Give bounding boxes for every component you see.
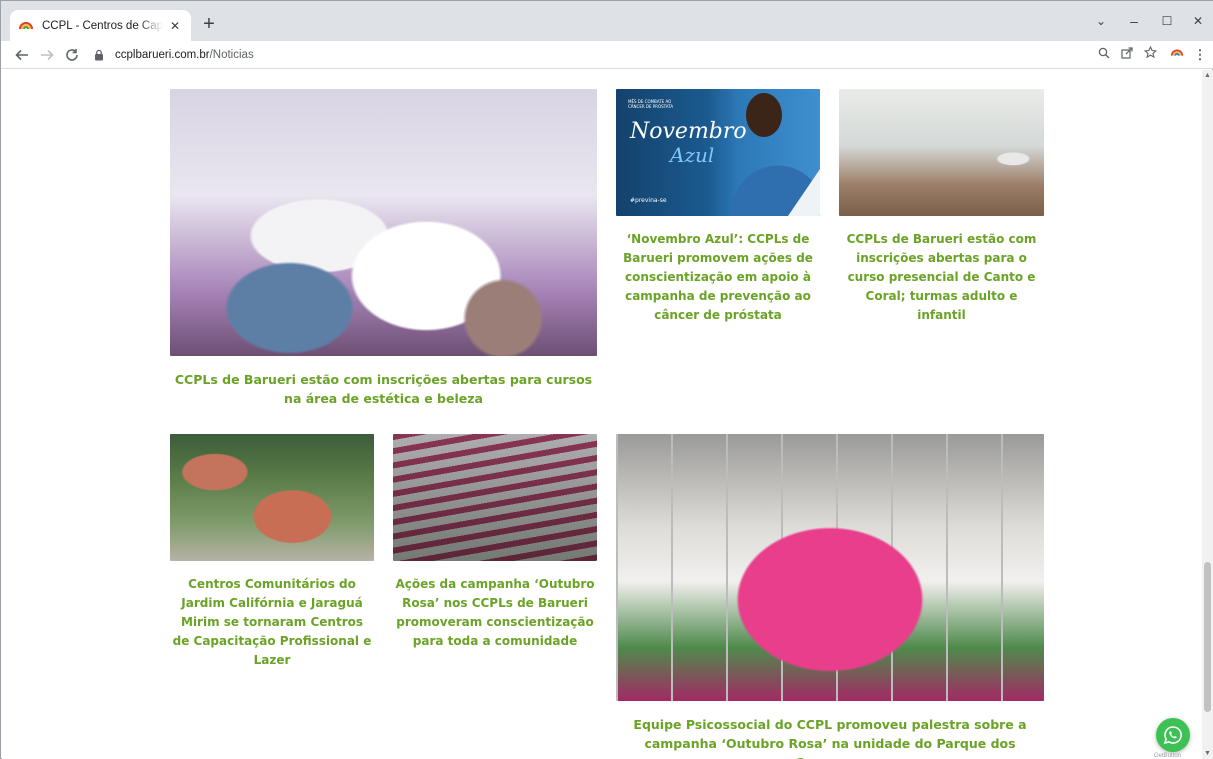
news-card[interactable]: Centros Comunitários do Jardim Califórni… bbox=[170, 434, 374, 670]
lock-icon bbox=[95, 49, 103, 61]
maximize-button[interactable]: ☐ bbox=[1150, 7, 1184, 35]
news-caption[interactable]: CCPLs de Barueri estão com inscrições ab… bbox=[170, 370, 597, 408]
bookmark-star-icon[interactable] bbox=[1141, 45, 1159, 64]
more-menu-icon[interactable]: ⋮ bbox=[1191, 46, 1209, 64]
url-host: ccplbarueri.com.br bbox=[115, 49, 210, 61]
arrow-right-icon bbox=[41, 49, 54, 61]
back-button[interactable] bbox=[10, 43, 34, 67]
whatsapp-button[interactable] bbox=[1156, 718, 1190, 752]
active-tab[interactable]: CCPL - Centros de Capacitação P ✕ bbox=[10, 10, 191, 41]
tab-title: CCPL - Centros de Capacitação P bbox=[42, 19, 163, 32]
news-image-estetica[interactable] bbox=[170, 89, 597, 356]
news-card[interactable]: Equipe Psicossocial do CCPL promoveu pal… bbox=[616, 434, 1044, 759]
zoom-icon[interactable] bbox=[1095, 46, 1113, 64]
ccpl-favicon-icon bbox=[19, 21, 33, 29]
novembro-tag: #previna-se bbox=[630, 197, 667, 204]
novembro-subtitle: Azul bbox=[670, 143, 715, 167]
share-icon[interactable] bbox=[1118, 46, 1136, 64]
news-caption[interactable]: Equipe Psicossocial do CCPL promoveu pal… bbox=[616, 715, 1044, 759]
tab-search-chevron-icon[interactable]: ⌄ bbox=[1084, 7, 1118, 35]
forward-button[interactable] bbox=[35, 43, 59, 67]
news-image-equipe-psicossocial[interactable] bbox=[616, 434, 1044, 701]
extension-icon[interactable] bbox=[1168, 46, 1186, 64]
whatsapp-label: GetButton bbox=[1154, 753, 1182, 759]
news-card[interactable]: Ações da campanha ‘Outubro Rosa’ nos CCP… bbox=[393, 434, 597, 651]
scroll-down-arrow-icon[interactable]: ▼ bbox=[1204, 750, 1211, 757]
news-image-centros-comunitarios[interactable] bbox=[170, 434, 374, 561]
arrow-left-icon bbox=[15, 49, 28, 61]
url-text: ccplbarueri.com.br/Noticias bbox=[115, 49, 254, 61]
whatsapp-icon bbox=[1163, 726, 1182, 745]
tab-close-icon[interactable]: ✕ bbox=[167, 18, 183, 34]
reload-button[interactable] bbox=[60, 43, 84, 67]
reload-icon bbox=[66, 49, 78, 61]
browser-toolbar: ccplbarueri.com.br/Noticias ⋮ bbox=[1, 41, 1213, 69]
page-viewport: CCPLs de Barueri estão com inscrições ab… bbox=[2, 70, 1202, 759]
news-image-novembro-azul[interactable]: MÊS DE COMBATE AO CÂNCER DE PRÓSTATA Nov… bbox=[616, 89, 820, 216]
novembro-person-illustration bbox=[730, 93, 820, 216]
browser-window: CCPL - Centros de Capacitação P ✕ + ⌄ – … bbox=[0, 0, 1213, 759]
tab-strip: CCPL - Centros de Capacitação P ✕ + ⌄ – … bbox=[1, 1, 1213, 41]
minimize-button[interactable]: – bbox=[1117, 7, 1151, 35]
news-caption[interactable]: Centros Comunitários do Jardim Califórni… bbox=[170, 575, 374, 670]
news-image-canto-coral[interactable] bbox=[839, 89, 1044, 216]
news-caption[interactable]: CCPLs de Barueri estão com inscrições ab… bbox=[839, 230, 1044, 325]
news-card[interactable]: MÊS DE COMBATE AO CÂNCER DE PRÓSTATA Nov… bbox=[616, 89, 820, 325]
close-window-button[interactable]: ✕ bbox=[1181, 7, 1213, 35]
news-caption[interactable]: Ações da campanha ‘Outubro Rosa’ nos CCP… bbox=[393, 575, 597, 651]
new-tab-button[interactable]: + bbox=[197, 13, 221, 37]
page-scrollbar[interactable]: ▲ ▼ bbox=[1202, 70, 1213, 759]
news-image-outubro-rosa[interactable] bbox=[393, 434, 597, 561]
scroll-thumb[interactable] bbox=[1204, 562, 1211, 712]
news-card[interactable]: CCPLs de Barueri estão com inscrições ab… bbox=[839, 89, 1044, 325]
scroll-up-arrow-icon[interactable]: ▲ bbox=[1204, 72, 1211, 79]
url-path: /Noticias bbox=[209, 49, 254, 61]
novembro-small-text: MÊS DE COMBATE AO CÂNCER DE PRÓSTATA bbox=[628, 99, 674, 109]
address-bar[interactable]: ccplbarueri.com.br/Noticias bbox=[89, 43, 1089, 67]
news-caption[interactable]: ‘Novembro Azul’: CCPLs de Barueri promov… bbox=[616, 230, 820, 325]
news-card[interactable]: CCPLs de Barueri estão com inscrições ab… bbox=[170, 89, 597, 408]
